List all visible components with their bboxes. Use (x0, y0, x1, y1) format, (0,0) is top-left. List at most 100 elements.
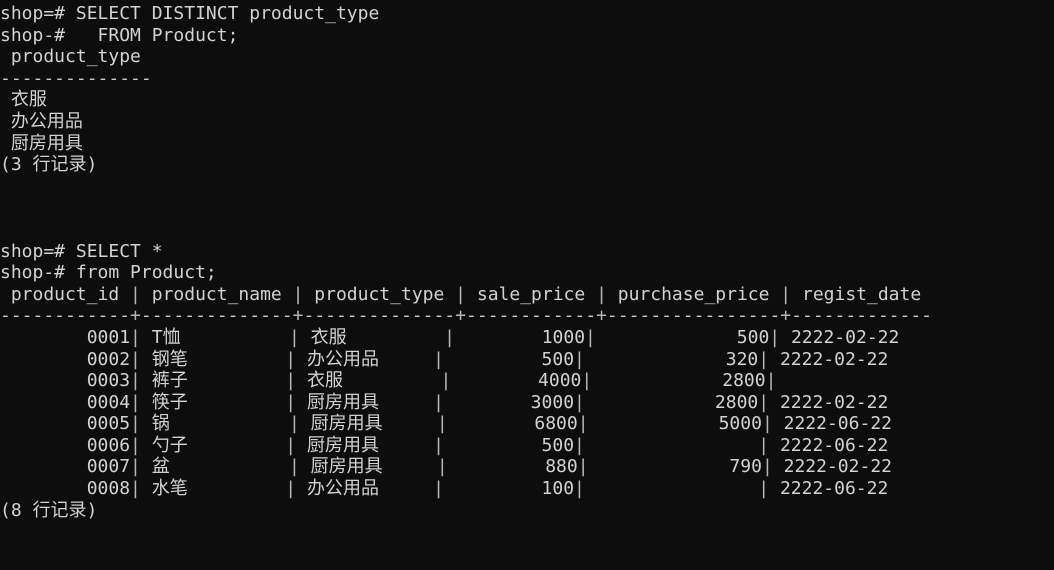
column-separator: | (130, 478, 141, 500)
table-cell: 筷子 (140, 391, 286, 413)
table-cell: 790 (588, 456, 762, 478)
table-row: 0005| 锅 | 厨房用具 | 6800| 5000| 2222-06-22 (0, 413, 1054, 435)
table-cell: 2222-02-22 (772, 456, 914, 478)
table-cell: T恤 (140, 326, 289, 348)
table-rule-segment: ------------- (791, 305, 933, 327)
table-cell: 厨房用具 (296, 434, 434, 456)
table-cell: 500 (595, 326, 770, 348)
table-cell (776, 370, 917, 391)
table-rule: ------------+--------------+------------… (0, 305, 1054, 327)
table-cell: 厨房用具 (296, 391, 434, 413)
table-cell: product_name (140, 283, 293, 305)
column-separator: | (574, 391, 585, 413)
table-rule-segment: ------------ (466, 305, 597, 327)
table-row: 0006| 勺子 | 厨房用具 | 500| | 2222-06-22 (0, 435, 1054, 457)
table-row: 0007| 盆 | 厨房用具 | 880| 790| 2222-02-22 (0, 456, 1054, 478)
column-separator: | (285, 370, 297, 392)
table-cell: 锅 (140, 413, 289, 435)
column-separator: | (285, 348, 297, 370)
terminal-window[interactable]: shop=# SELECT DISTINCT product_type shop… (0, 0, 1054, 570)
column-separator: | (758, 348, 770, 370)
result-row: 衣服 (0, 89, 47, 111)
column-separator: | (761, 413, 773, 435)
table-row: 0004| 筷子 | 厨房用具 | 3000| 2800| 2222-02-22 (0, 392, 1054, 414)
column-separator: | (130, 370, 141, 392)
column-separator: | (574, 434, 585, 456)
column-separator-cross: + (455, 305, 467, 327)
table-cell: 2222-02-22 (780, 326, 922, 348)
table-cell: 0006 (0, 434, 131, 456)
table-cell: 320 (584, 348, 759, 370)
column-separator: | (130, 434, 141, 456)
column-separator: | (433, 391, 444, 413)
column-separator-cross: + (780, 305, 792, 327)
table-cell: 衣服 (299, 326, 445, 348)
table-cell: 880 (447, 456, 578, 478)
column-separator: | (596, 283, 607, 305)
column-separator: | (574, 348, 585, 370)
table-cell: 裤子 (140, 370, 286, 392)
column-separator-cross: + (596, 305, 607, 327)
command-line: shop=# SELECT * (0, 240, 163, 262)
column-separator: | (581, 370, 593, 392)
column-separator: | (761, 456, 773, 478)
table-cell: 厨房用具 (299, 413, 437, 435)
table-cell: product_type (303, 283, 456, 305)
table-cell: 盆 (140, 456, 289, 478)
column-separator-cross: + (130, 305, 141, 327)
column-separator: | (758, 391, 770, 413)
table-row: 0001| T恤 | 衣服 | 1000| 500| 2222-02-22 (0, 327, 1054, 349)
table-cell: 2222-02-22 (769, 391, 910, 413)
table-cell: 1000 (455, 326, 586, 348)
column-separator: | (758, 478, 770, 500)
column-separator: | (758, 434, 770, 456)
column-separator: | (765, 370, 777, 392)
column-separator: | (288, 456, 300, 478)
column-separator: | (130, 391, 141, 413)
table-cell: 水笔 (140, 478, 286, 500)
column-separator: | (444, 326, 455, 348)
table-cell: 厨房用具 (299, 456, 437, 478)
result-row-count: (3 行记录) (0, 154, 98, 176)
column-separator: | (436, 456, 448, 478)
column-separator-cross: + (292, 305, 304, 327)
column-separator: | (130, 283, 141, 305)
table-cell: 4000 (451, 370, 582, 392)
table-cell: 0005 (0, 413, 131, 435)
column-separator: | (130, 348, 141, 370)
table-cell: 0001 (0, 326, 131, 348)
table-cell: 0003 (0, 370, 131, 392)
column-separator: | (288, 413, 300, 435)
table-cell: 钢笔 (140, 348, 286, 370)
table-rule-segment: ------------ (0, 305, 131, 327)
column-separator: | (285, 391, 297, 413)
table-rule-segment: -------------- (303, 305, 456, 327)
table-cell: 0002 (0, 348, 131, 370)
table-cell (585, 435, 758, 456)
table-cell: 办公用品 (296, 478, 434, 500)
table-body: 0001| T恤 | 衣服 | 1000| 500| 2222-02-22 00… (0, 327, 1054, 500)
column-separator: | (130, 326, 141, 348)
column-separator: | (585, 326, 596, 348)
table-cell: 0007 (0, 456, 131, 478)
table-cell: 2222-06-22 (772, 413, 914, 435)
column-separator: | (433, 348, 444, 370)
table-cell: 0004 (0, 391, 131, 413)
table-cell: 衣服 (296, 370, 441, 392)
table-cell: 2800 (584, 391, 759, 413)
command-line: shop-# FROM Product; (0, 24, 239, 46)
column-separator: | (440, 370, 452, 392)
table-cell: 办公用品 (296, 348, 434, 370)
table-cell: 2222-06-22 (769, 478, 910, 500)
table-cell: 2800 (592, 370, 766, 392)
table-cell: 2222-06-22 (769, 434, 910, 456)
column-separator: | (436, 413, 448, 435)
table-cell (585, 478, 758, 499)
column-separator: | (130, 413, 141, 435)
column-separator: | (574, 478, 585, 500)
result-header: product_type (0, 46, 141, 68)
column-separator: | (780, 283, 792, 305)
